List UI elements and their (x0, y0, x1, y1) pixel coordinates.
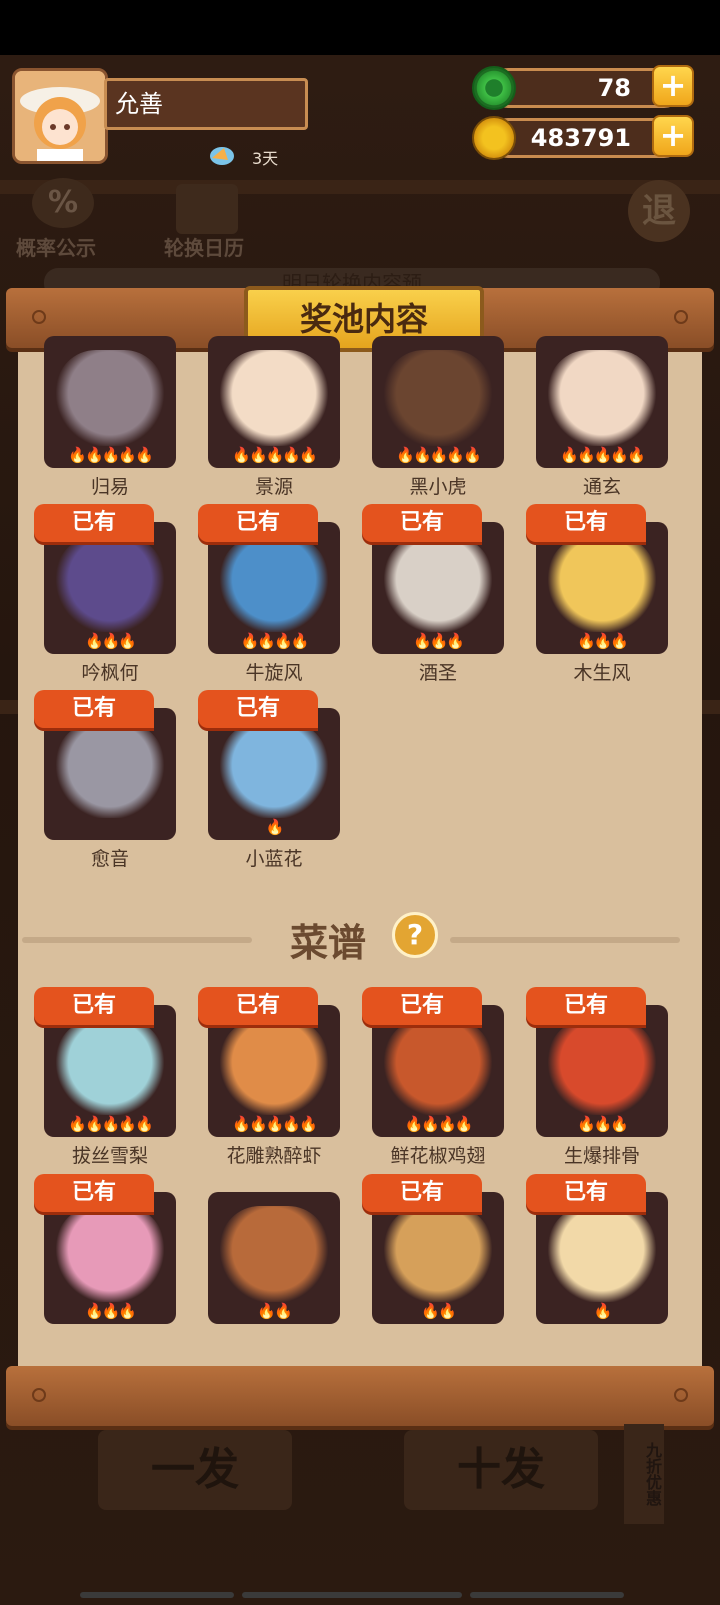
owned-badge: 已有 (34, 1174, 154, 1212)
character-name: 归易 (90, 476, 129, 498)
character-name: 通玄 (582, 476, 621, 498)
recipe-name: 生爆排骨 (563, 1145, 640, 1167)
flame-rating-icon: 🔥🔥🔥 (576, 1115, 629, 1133)
recipe-portrait-icon (220, 1206, 328, 1302)
divider-left (22, 937, 252, 943)
owned-badge: 已有 (34, 504, 154, 542)
character-portrait-icon (220, 722, 328, 818)
character-card[interactable]: 🔥🔥🔥🔥🔥 (44, 336, 176, 468)
flame-rating-icon: 🔥🔥 (257, 1302, 292, 1320)
owned-badge: 已有 (526, 504, 646, 542)
character-name: 小蓝花 (245, 848, 303, 870)
recipe-portrait-icon (220, 1019, 328, 1115)
add-jade-button[interactable]: + (652, 65, 694, 107)
owned-badge: 已有 (34, 690, 154, 728)
owned-badge: 已有 (526, 987, 646, 1025)
nail-icon (32, 1388, 46, 1402)
flame-rating-icon: 🔥🔥🔥 (84, 1302, 137, 1320)
recipes-title: 菜谱 (290, 921, 367, 965)
flame-rating-icon: 🔥🔥🔥🔥🔥 (396, 446, 481, 464)
character-name: 酒圣 (418, 662, 457, 684)
nav-indicator (80, 1592, 234, 1598)
flame-rating-icon: 🔥🔥🔥 (576, 632, 629, 650)
draw-one-button[interactable]: 一发 (98, 1430, 292, 1510)
status-bar (0, 0, 720, 55)
character-card[interactable]: 🔥🔥🔥🔥🔥 (208, 336, 340, 468)
character-card[interactable]: 🔥🔥🔥🔥🔥 (372, 336, 504, 468)
divider-right (450, 937, 680, 943)
flame-rating-icon: 🔥🔥🔥🔥🔥 (560, 446, 645, 464)
probability-icon: % (32, 178, 94, 228)
nail-icon (32, 310, 46, 324)
character-portrait-icon (56, 722, 164, 818)
recipe-portrait-icon (384, 1019, 492, 1115)
recipe-portrait-icon (548, 1019, 656, 1115)
owned-badge: 已有 (526, 1174, 646, 1212)
recipe-name: 拔丝雪梨 (71, 1145, 148, 1167)
player-avatar[interactable] (12, 68, 108, 164)
scroll-bottom-rod (6, 1366, 714, 1426)
flame-rating-icon: 🔥🔥 (421, 1302, 456, 1320)
character-portrait-icon (56, 350, 164, 446)
flame-rating-icon: 🔥 (265, 818, 285, 836)
flame-rating-icon: 🔥🔥🔥 (412, 632, 465, 650)
avatar-portrait-icon (15, 71, 105, 161)
flame-rating-icon: 🔥🔥🔥🔥🔥 (232, 1115, 317, 1133)
days-remaining: 3天 (252, 149, 279, 168)
player-name: 允善 (104, 78, 308, 130)
flame-rating-icon: 🔥🔥🔥🔥🔥 (68, 1115, 153, 1133)
flame-rating-icon: 🔥🔥🔥🔥🔥 (232, 446, 317, 464)
character-name: 吟枫何 (81, 662, 139, 684)
flame-rating-icon: 🔥🔥🔥🔥 (240, 632, 310, 650)
draw-ten-button[interactable]: 十发 (404, 1430, 598, 1510)
character-portrait-icon (548, 350, 656, 446)
owned-badge: 已有 (34, 987, 154, 1025)
owned-badge: 已有 (362, 1174, 482, 1212)
character-name: 牛旋风 (245, 662, 303, 684)
owned-badge: 已有 (198, 690, 318, 728)
jade-icon (472, 66, 516, 110)
character-portrait-icon (384, 350, 492, 446)
character-name: 黑小虎 (409, 476, 467, 498)
recipe-portrait-icon (56, 1019, 164, 1115)
owned-badge: 已有 (362, 987, 482, 1025)
nail-icon (674, 310, 688, 324)
discount-tag: 九折优惠 (624, 1424, 664, 1524)
owned-badge: 已有 (198, 987, 318, 1025)
owned-badge: 已有 (198, 504, 318, 542)
nail-icon (674, 1388, 688, 1402)
background-shelf (0, 180, 720, 194)
recipe-portrait-icon (56, 1206, 164, 1302)
coin-icon (472, 116, 516, 160)
character-name: 木生风 (573, 662, 631, 684)
character-portrait-icon (56, 536, 164, 632)
character-portrait-icon (548, 536, 656, 632)
character-portrait-icon (220, 350, 328, 446)
recipe-portrait-icon (548, 1206, 656, 1302)
flame-rating-icon: 🔥 (593, 1302, 613, 1320)
recipe-card[interactable]: 🔥🔥 (208, 1192, 340, 1324)
flame-rating-icon: 🔥🔥🔥🔥 (404, 1115, 474, 1133)
bird-icon (208, 140, 244, 168)
calendar-button[interactable]: 轮换日历 (164, 232, 244, 261)
character-portrait-icon (220, 536, 328, 632)
recipe-name: 花雕熟醉虾 (226, 1145, 322, 1167)
exit-button[interactable]: 退 (628, 180, 690, 242)
add-coins-button[interactable]: + (652, 115, 694, 157)
nav-indicator (470, 1592, 624, 1598)
flame-rating-icon: 🔥🔥🔥🔥🔥 (68, 446, 153, 464)
nav-indicator (242, 1592, 462, 1598)
character-card[interactable]: 🔥🔥🔥🔥🔥 (536, 336, 668, 468)
help-button[interactable]: ? (392, 912, 438, 958)
flame-rating-icon: 🔥🔥🔥 (84, 632, 137, 650)
recipe-portrait-icon (384, 1206, 492, 1302)
character-name: 景源 (254, 476, 293, 498)
character-portrait-icon (384, 536, 492, 632)
recipe-name: 鲜花椒鸡翅 (390, 1145, 486, 1167)
calendar-icon (176, 184, 238, 234)
character-name: 愈音 (90, 848, 129, 870)
owned-badge: 已有 (362, 504, 482, 542)
probability-button[interactable]: 概率公示 (16, 232, 96, 261)
